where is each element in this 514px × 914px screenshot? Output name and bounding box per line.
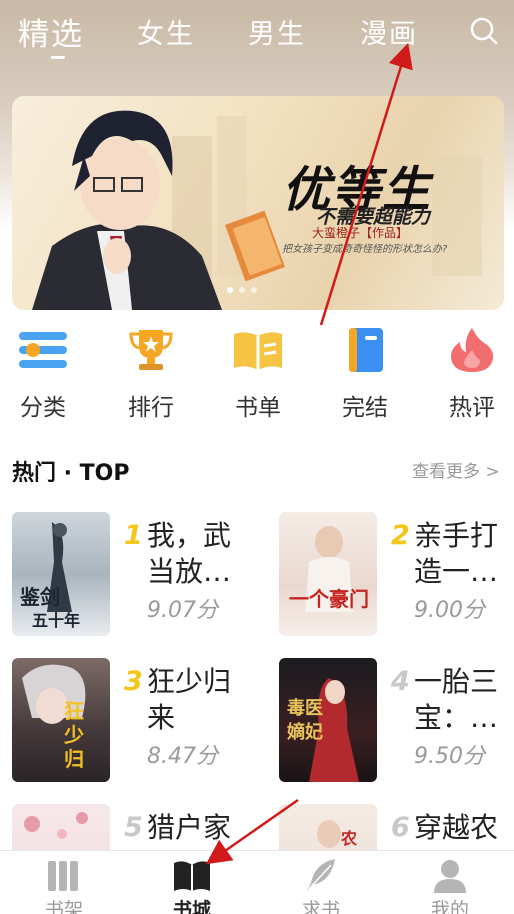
book-item[interactable]: 狂 少 归 3 狂少归来 8.47分	[12, 658, 252, 786]
trophy-icon	[129, 330, 173, 370]
category-label: 完结	[342, 395, 388, 421]
nav-bookstore[interactable]: 书城	[128, 851, 256, 914]
tab-female[interactable]: 女生	[137, 12, 195, 51]
book-item[interactable]: 一个豪门 2 亲手打造一… 9.00分	[279, 512, 514, 640]
svg-text:一个豪门: 一个豪门	[289, 587, 369, 611]
svg-text:五十年: 五十年	[32, 611, 80, 630]
book-title: 一胎三宝：…	[414, 665, 499, 734]
nav-request-book[interactable]: 求书	[257, 851, 385, 914]
category-icon	[19, 332, 67, 368]
svg-text:农: 农	[340, 829, 357, 848]
cover-art: 一个豪门	[289, 526, 369, 612]
tab-featured[interactable]: 精选	[18, 9, 84, 54]
rank-number: 4	[391, 666, 410, 697]
svg-text:狂: 狂	[64, 699, 84, 723]
book-score: 8.47分	[147, 744, 218, 769]
category-classify[interactable]: 分类	[3, 326, 83, 422]
cover-art: 鉴剑 五十年	[19, 522, 80, 630]
section-title: 热门 · TOP	[12, 461, 130, 486]
user-icon	[434, 860, 466, 893]
tab-male[interactable]: 男生	[248, 12, 306, 51]
banner-description: 把女孩子变成奇奇怪怪的形状怎么办?	[282, 244, 448, 255]
bottom-navigation: 书架 书城 求书 我的	[0, 850, 514, 914]
nav-label: 书架	[44, 899, 83, 914]
book-title: 狂少归来	[147, 665, 232, 734]
nav-label: 求书	[301, 899, 340, 914]
top-tab-bar: 精选 女生 男生 漫画	[0, 0, 514, 62]
category-label: 排行	[128, 395, 174, 421]
category-label: 分类	[20, 395, 66, 421]
flame-icon	[451, 328, 494, 372]
cover-art: 毒医 嫡妃	[287, 678, 359, 782]
book-title: 亲手打造一…	[414, 519, 499, 588]
rank-number: 6	[391, 812, 410, 843]
category-booklist[interactable]: 书单	[218, 326, 298, 422]
book-item[interactable]: 毒医 嫡妃 4 一胎三宝：… 9.50分	[279, 658, 514, 786]
finished-book-icon	[349, 328, 383, 372]
book-item[interactable]: 鉴剑 五十年 1 我，武当放… 9.07分	[12, 512, 252, 640]
nav-label: 书城	[172, 899, 211, 914]
category-ranking[interactable]: 排行	[111, 326, 191, 422]
feather-icon	[307, 859, 335, 891]
rank-number: 1	[124, 520, 143, 551]
book-title: 我，武当放…	[147, 519, 232, 588]
book-score: 9.07分	[147, 598, 218, 623]
category-hot-reviews[interactable]: 热评	[432, 326, 512, 422]
svg-text:毒医: 毒医	[287, 697, 323, 719]
book-cover: 毒医 嫡妃	[279, 658, 377, 782]
nav-label: 我的	[430, 899, 469, 914]
see-more-link[interactable]: 查看更多 >	[412, 457, 500, 482]
nav-profile[interactable]: 我的	[386, 851, 514, 914]
active-tab-indicator	[51, 56, 65, 59]
category-label: 热评	[449, 395, 495, 421]
book-cover: 鉴剑 五十年	[12, 512, 110, 636]
promo-banner[interactable]: 优等生 不需要超能力 大蛮橙子【作品】 把女孩子变成奇奇怪怪的形状怎么办?	[12, 96, 504, 310]
category-finished[interactable]: 完结	[325, 326, 405, 422]
category-label: 书单	[235, 395, 281, 421]
book-score: 9.50分	[414, 744, 485, 769]
svg-text:嫡妃: 嫡妃	[287, 721, 323, 743]
tab-comics[interactable]: 漫画	[360, 12, 418, 51]
svg-text:归: 归	[64, 747, 84, 771]
svg-text:少: 少	[63, 723, 84, 747]
bookstore-icon	[174, 861, 210, 891]
nav-bookshelf[interactable]: 书架	[0, 851, 128, 914]
book-cover: 狂 少 归	[12, 658, 110, 782]
svg-text:鉴剑: 鉴剑	[19, 585, 60, 609]
bookshelf-icon	[48, 861, 78, 891]
book-score: 9.00分	[414, 598, 485, 623]
banner-author: 大蛮橙子【作品】	[312, 226, 409, 240]
search-icon[interactable]	[469, 16, 499, 46]
carousel-indicator	[227, 287, 257, 293]
booklist-icon	[234, 332, 282, 370]
book-title: 穿越农	[414, 811, 499, 844]
book-cover: 一个豪门	[279, 512, 377, 636]
rank-number: 2	[391, 520, 410, 551]
book-title: 猎户家	[147, 811, 232, 844]
rank-number: 3	[124, 666, 143, 697]
cover-art: 狂 少 归	[22, 664, 86, 771]
rank-number: 5	[124, 812, 143, 843]
